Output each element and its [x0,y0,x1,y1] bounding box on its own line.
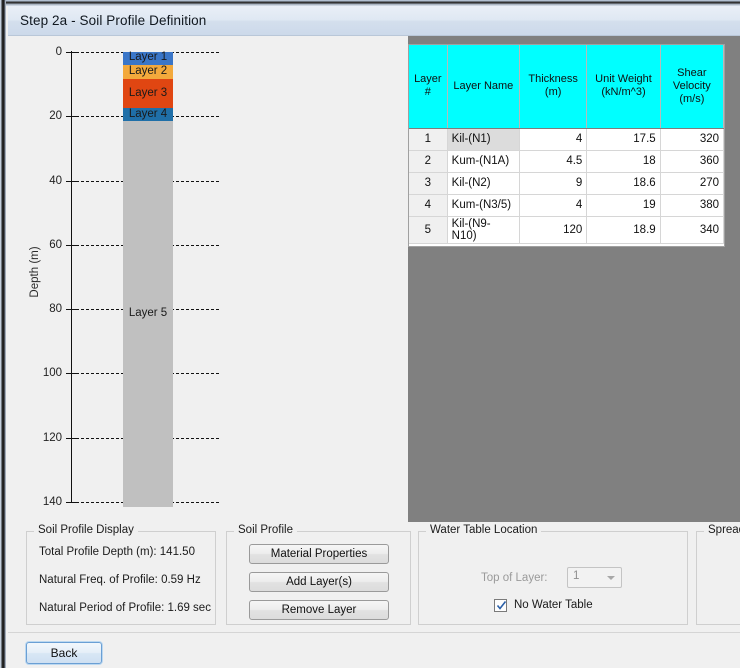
table-row[interactable]: 4 Kum-(N3/5) 4 19 380 [409,194,724,217]
no-water-table-label[interactable]: No Water Table [514,599,593,611]
window-titlebar: Step 2a - Soil Profile Definition [8,6,740,36]
y-axis-tick-label: 100 [42,367,62,380]
cell-shear-velocity[interactable]: 270 [660,172,724,195]
cell-shear-velocity[interactable]: 320 [660,128,724,151]
cell-thickness[interactable]: 9 [519,172,588,195]
top-of-layer-value: 1 [573,570,580,582]
cell-layer-number[interactable]: 5 [409,216,448,244]
natural-period-value: Natural Period of Profile: 1.69 sec [39,602,211,614]
top-of-layer-label: Top of Layer: [481,572,548,584]
soil-profile-chart: Depth (m) 0 20 40 60 80 100 120 140 Layer 1 Laye… [8,36,408,522]
cell-layer-name[interactable]: Kum-(N1A) [447,150,521,173]
cell-unit-weight[interactable]: 19 [586,194,661,217]
layer-table-body: 1 Kil-(N1) 4 17.5 320 2 Kum-(N1A) 4.5 18 360 3 Kil-… [409,128,724,244]
cell-unit-weight[interactable]: 17.5 [586,128,661,151]
table-row[interactable]: 2 Kum-(N1A) 4.5 18 360 [409,150,724,173]
layer-block-label: Layer 2 [128,65,168,78]
back-button[interactable]: Back [26,642,102,664]
client-area: Depth (m) 0 20 40 60 80 100 120 140 Layer 1 Laye… [8,36,740,668]
cell-layer-number[interactable]: 3 [409,172,448,195]
spreadsheet-pane: Layer # Layer Name Thickness (m) Unit Weight(… [408,36,740,522]
cell-shear-velocity[interactable]: 360 [660,150,724,173]
cell-unit-weight[interactable]: 18.9 [586,216,661,244]
cell-thickness[interactable]: 4 [519,194,588,217]
table-row[interactable]: 5 Kil-(N9-N10) 120 18.9 340 [409,216,724,244]
chart-y-axis-title: Depth (m) [29,246,41,298]
y-axis-tick-label: 0 [55,46,62,58]
table-column-header[interactable]: Layer # [409,45,448,129]
material-properties-button[interactable]: Material Properties [249,544,389,564]
cell-layer-name[interactable]: Kum-(N3/5) [447,194,521,217]
cell-unit-weight[interactable]: 18 [586,150,661,173]
layer-block-label: Layer 5 [128,306,168,319]
cell-shear-velocity[interactable]: 380 [660,194,724,217]
checkmark-icon [496,601,507,610]
cell-layer-number[interactable]: 4 [409,194,448,217]
table-row[interactable]: 3 Kil-(N2) 9 18.6 270 [409,172,724,195]
layer-table-header: Layer # Layer Name Thickness (m) Unit Weight(… [409,45,724,129]
remove-layer-button[interactable]: Remove Layer [249,600,389,620]
cell-shear-velocity[interactable]: 340 [660,216,724,244]
cell-layer-name[interactable]: Kil-(N9-N10) [447,216,521,244]
no-water-table-checkbox[interactable] [494,599,507,612]
water-table-location-group: Water Table Location Top of Layer: 1 No … [418,524,688,625]
soil-profile-group: Soil Profile Material Properties Add Lay… [226,524,411,625]
cell-thickness[interactable]: 4.5 [519,150,588,173]
chevron-down-icon [607,576,615,580]
table-column-header[interactable]: Layer Name [447,45,521,129]
layer-block-label: Layer 3 [128,86,168,99]
soil-profile-display-title: Soil Profile Display [34,524,138,536]
table-column-header[interactable]: Shear Velocity (m/s) [660,45,724,129]
top-of-layer-dropdown[interactable]: 1 [567,567,622,588]
cell-layer-name[interactable]: Kil-(N1) [447,128,521,151]
table-header-row: Layer # Layer Name Thickness (m) Unit Weight(… [409,45,724,129]
layer-block-label: Layer 1 [128,51,168,64]
cell-thickness[interactable]: 120 [519,216,588,244]
window-border-left [0,0,6,668]
natural-frequency-value: Natural Freq. of Profile: 0.59 Hz [39,574,201,586]
soil-profile-display-group: Soil Profile Display Total Profile Depth… [26,524,216,625]
soil-profile-title: Soil Profile [234,524,297,536]
application-window: Step 2a - Soil Profile Definition Depth … [0,0,740,668]
y-axis-tick-label: 40 [49,174,62,187]
spreadsheet-group-title: Spreadshe [704,524,740,536]
y-axis-tick-label: 120 [42,431,62,444]
layer-table-container[interactable]: Layer # Layer Name Thickness (m) Unit Weight(… [408,44,725,247]
table-row[interactable]: 1 Kil-(N1) 4 17.5 320 [409,128,724,151]
footer-separator [8,632,740,633]
table-column-header[interactable]: Thickness (m) [519,45,588,129]
y-axis-tick-label: 80 [49,303,62,316]
cell-unit-weight[interactable]: 18.6 [586,172,661,195]
y-axis-tick-label: 20 [49,110,62,123]
cell-layer-name[interactable]: Kil-(N2) [447,172,521,195]
spreadsheet-group: Spreadshe [696,524,740,625]
layer-block-label: Layer 4 [128,107,168,120]
chart-y-axis-line [71,51,72,503]
cell-layer-number[interactable]: 1 [409,128,448,151]
y-axis-tick-label: 140 [42,496,62,508]
add-layers-button[interactable]: Add Layer(s) [249,572,389,592]
layer-table: Layer # Layer Name Thickness (m) Unit Weight(… [409,45,724,244]
water-table-location-title: Water Table Location [426,524,542,536]
total-profile-depth-value: Total Profile Depth (m): 141.50 [39,546,195,558]
window-title: Step 2a - Soil Profile Definition [20,13,207,28]
cell-thickness[interactable]: 4 [519,128,588,151]
cell-layer-number[interactable]: 2 [409,150,448,173]
y-axis-tick-label: 60 [49,238,62,251]
table-column-header[interactable]: Unit Weight (kN/m^3) [586,45,661,129]
